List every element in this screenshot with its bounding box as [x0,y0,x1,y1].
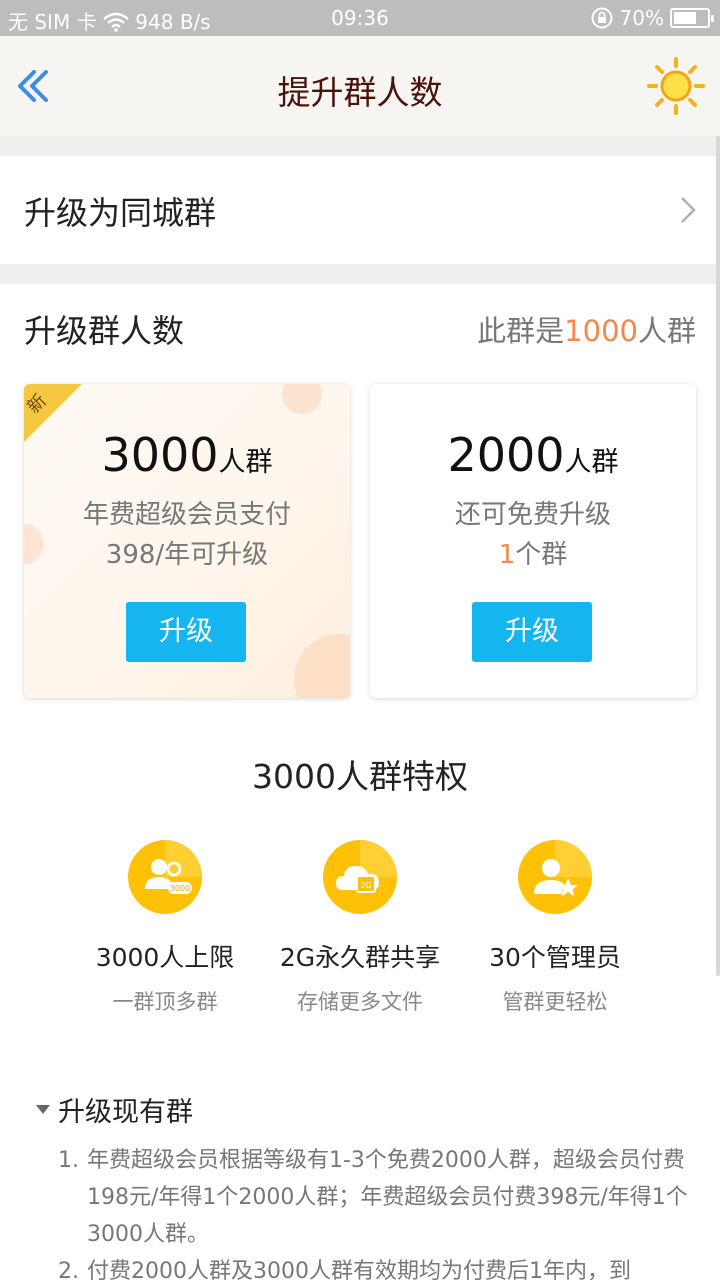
battery-fill [674,12,697,24]
cloud-icon-label: 2G [360,881,371,890]
upgrade-members-header: 升级群人数 此群是1000人群 [0,284,720,374]
free-upgrade-suffix: 个群 [515,540,568,570]
privilege-title: 30个管理员 [489,943,621,972]
faq-toggle[interactable]: 升级现有群 [36,1090,193,1129]
upgrade-city-group-row[interactable]: 升级为同城群 [0,156,720,264]
current-group-size: 此群是1000人群 [477,308,696,350]
battery-icon [670,8,714,28]
current-size-prefix: 此群是 [477,314,565,348]
plan-size-number: 3000 [101,428,219,482]
cloud-2g-icon: 2G [323,840,397,914]
decorative-blob [294,634,350,698]
plan-size: 2000人群 [370,428,696,482]
chevron-right-icon [681,197,696,223]
privilege-admins: 30个管理员 管群更轻松 [455,840,655,1016]
privilege-subtitle: 存储更多文件 [297,990,423,1014]
upgrade-city-group-label: 升级为同城群 [24,194,217,232]
status-bar: 无 SIM 卡 948 B/s 09:36 70% [0,0,720,36]
nav-bar: 提升群人数 [0,36,720,136]
upgrade-3000-button[interactable]: 升级 [126,602,246,662]
page-title: 提升群人数 [277,73,443,112]
privilege-storage: 2G 2G永久群共享 存储更多文件 [260,840,460,1016]
plan-size-unit: 人群 [564,447,619,478]
plan-size-number: 2000 [447,428,565,482]
battery-percent: 70% [619,6,664,30]
privilege-title: 2G永久群共享 [279,943,441,972]
triangle-down-icon [36,1104,50,1114]
faq-item-text: 付费2000人群及3000人群有效期均为付费后1年内，到 [87,1259,631,1280]
faq-item-number: 2. [58,1259,79,1280]
plan-desc-line1: 还可免费升级 [454,500,611,530]
plan-card-2000: 2000人群 还可免费升级 1个群 升级 [370,384,696,698]
group-icon-label: 3000 [170,884,190,893]
upgrade-members-title: 升级群人数 [24,312,185,350]
faq-item: 1. 年费超级会员根据等级有1-3个免费2000人群，超级会员付费198元/年得… [58,1142,688,1253]
admin-star-icon [518,840,592,914]
privilege-subtitle: 管群更轻松 [502,990,608,1014]
plan-size-unit: 人群 [218,447,273,478]
plan-size: 3000人群 [24,428,350,482]
faq-item-text: 年费超级会员根据等级有1-3个免费2000人群，超级会员付费198元/年得1个2… [87,1148,688,1247]
current-size-suffix: 人群 [637,314,696,348]
faq-list: 1. 年费超级会员根据等级有1-3个免费2000人群，超级会员付费198元/年得… [58,1142,688,1280]
decorative-blob [282,384,322,414]
plan-desc-line2: 398/年可升级 [105,540,269,570]
privilege-member-limit: 3000 3000人上限 一群顶多群 [65,840,265,1016]
plan-card-3000: 新 3000人群 年费超级会员支付 398/年可升级 升级 [24,384,350,698]
group-3000-icon: 3000 [128,840,202,914]
plan-desc-line2: 1个群 [370,534,696,571]
status-right: 70% [590,6,714,30]
faq-item-number: 1. [58,1148,79,1173]
upgrade-2000-button[interactable]: 升级 [472,602,592,662]
privileges-title: 3000人群特权 [252,757,468,796]
faq-item: 2. 付费2000人群及3000人群有效期均为付费后1年内，到 [58,1253,688,1280]
scrollbar[interactable] [716,136,720,976]
current-size-count: 1000 [564,314,638,348]
rotation-lock-icon [591,7,613,29]
privilege-title: 3000人上限 [95,943,235,972]
faq-title: 升级现有群 [58,1097,193,1128]
section-divider [0,264,720,284]
free-upgrade-count: 1 [498,540,516,570]
section-divider [0,136,720,156]
sun-icon[interactable] [646,56,706,116]
plan-desc-line1: 年费超级会员支付 [82,500,291,530]
privilege-subtitle: 一群顶多群 [112,990,218,1014]
